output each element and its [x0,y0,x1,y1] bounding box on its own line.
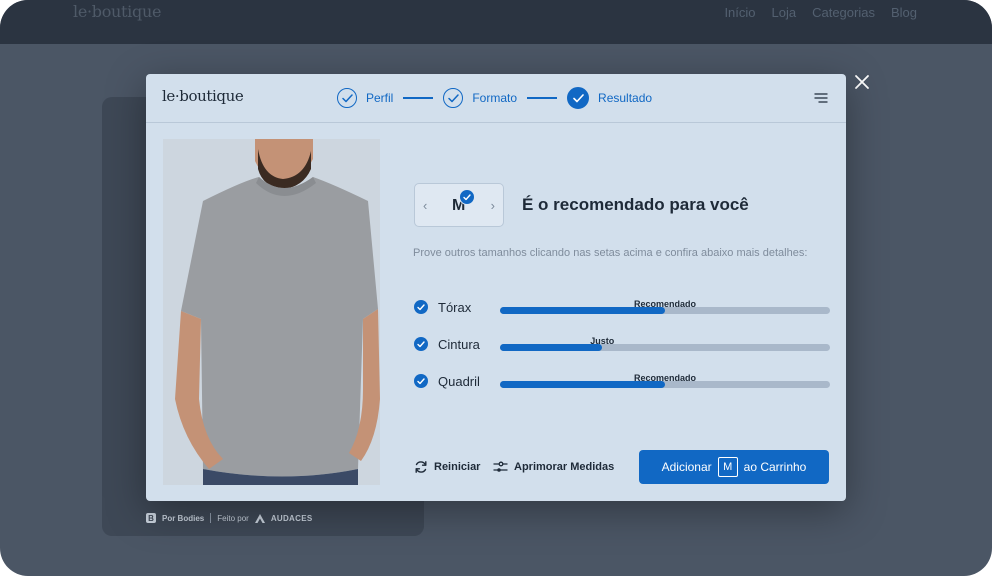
made-by-label: Feito por [217,513,249,523]
restart-label: Reiniciar [434,461,481,473]
product-photo [163,139,380,485]
refine-label: Aprimorar Medidas [514,461,615,473]
step-formato[interactable]: Formato [443,88,517,108]
check-icon [443,88,464,108]
measure-name: Tórax [438,300,472,315]
add-suffix: ao Carrinho [743,460,807,474]
audaces-brand: AUDACES [270,513,313,523]
measure-row-torax: Tórax Recomendado [414,298,830,318]
nav-item-categorias[interactable]: Categorias [812,5,875,20]
step-resultado[interactable]: Resultado [567,87,652,109]
nav-item-inicio[interactable]: Início [724,5,755,20]
measure-name: Quadril [438,374,480,389]
step-perfil[interactable]: Perfil [337,88,393,108]
nav-item-blog[interactable]: Blog [891,5,917,20]
menu-icon[interactable] [814,92,828,104]
modal-header: le·boutique Perfil Formato Resultado [146,74,846,123]
refresh-icon [415,461,427,473]
sliders-icon [493,461,508,472]
fit-tag: Recomendado [633,373,697,383]
fit-tag: Justo [590,336,615,346]
step-connector [403,97,434,99]
check-icon [414,300,428,314]
audaces-icon [254,513,265,523]
site-logo[interactable]: le·boutique [73,2,161,21]
chevron-right-icon[interactable]: › [491,198,495,213]
fit-bar: Recomendado [500,299,830,314]
step-label: Perfil [366,91,394,105]
size-recommendation-modal: le·boutique Perfil Formato Resultado ‹ M… [146,74,846,501]
size-selector: ‹ M › [414,183,504,227]
chevron-left-icon[interactable]: ‹ [423,198,427,213]
add-to-cart-button[interactable]: Adicionar M ao Carrinho [639,450,829,484]
stepper: Perfil Formato Resultado [337,87,652,109]
site-nav: Início Loja Categorias Blog [724,5,917,20]
fit-bar: Recomendado [500,373,830,388]
refine-measures-button[interactable]: Aprimorar Medidas [493,460,614,474]
check-icon [414,374,428,388]
step-connector [527,97,558,99]
hint-text: Prove outros tamanhos clicando nas setas… [413,247,808,259]
credits-divider [210,513,212,523]
site-header: le·boutique Início Loja Categorias Blog [0,0,992,44]
measure-row-quadril: Quadril Recomendado [414,372,830,392]
close-icon[interactable] [853,73,871,91]
step-label: Resultado [598,91,653,105]
measure-row-cintura: Cintura Justo [414,335,830,355]
by-bodies-label: Por Bodies [162,513,205,523]
nav-item-loja[interactable]: Loja [772,5,797,20]
recommendation-title: É o recomendado para você [522,195,749,214]
check-icon [337,88,357,108]
widget-credits: B Por Bodies Feito por AUDACES [146,513,312,523]
fit-tag: Recomendado [633,299,697,309]
check-icon [459,189,475,205]
check-icon [567,87,590,109]
check-icon [414,337,428,351]
fit-bar: Justo [500,336,830,351]
step-label: Formato [472,91,518,105]
restart-button[interactable]: Reiniciar [414,460,480,474]
bodies-icon: B [146,513,156,523]
cart-size-badge: M [717,457,738,477]
modal-logo: le·boutique [162,87,244,105]
tshirt-model-image [163,139,380,485]
add-prefix: Adicionar [661,460,712,474]
app-frame: le·boutique Início Loja Categorias Blog … [0,0,992,576]
fit-bar-fill [500,344,603,351]
measure-name: Cintura [438,337,480,352]
